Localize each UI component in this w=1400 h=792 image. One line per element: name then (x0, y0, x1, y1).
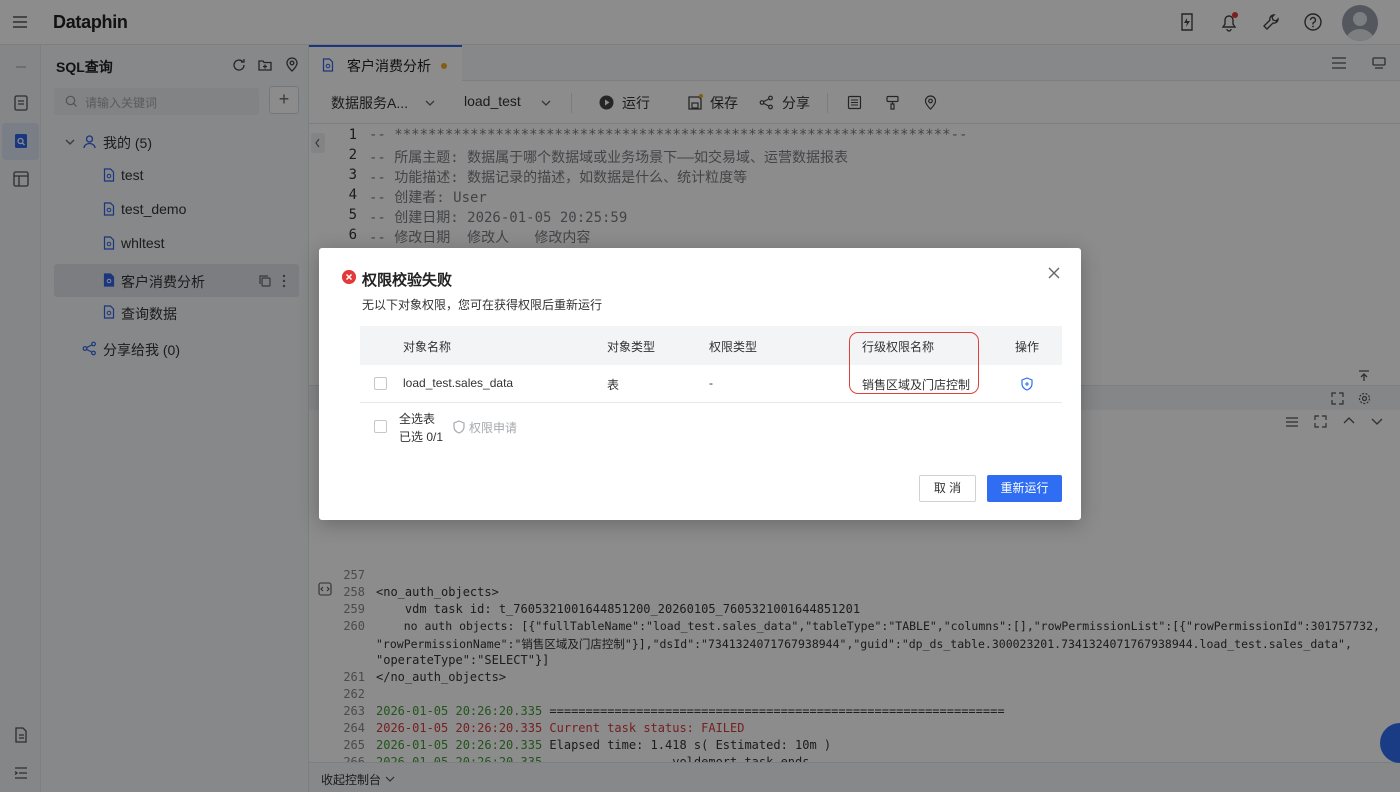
select-all-label: 全选表 (399, 412, 436, 426)
apply-permission-icon[interactable] (1021, 377, 1033, 391)
dialog-description: 无以下对象权限，您可在获得权限后重新运行 (362, 298, 603, 312)
column-header: 权限类型 (709, 340, 758, 354)
row-checkbox[interactable] (374, 377, 387, 390)
error-icon (342, 270, 356, 284)
object-name: load_test.sales_data (403, 376, 514, 390)
row-permission-highlight (849, 332, 979, 394)
object-type: 表 (607, 378, 620, 392)
rerun-button[interactable]: 重新运行 (987, 475, 1062, 502)
column-header: 对象名称 (403, 340, 452, 354)
permission-type: - (709, 376, 713, 390)
selected-count: 已选 0/1 (399, 430, 444, 444)
close-icon[interactable] (1046, 265, 1062, 281)
select-all-checkbox[interactable] (374, 420, 387, 433)
cancel-button[interactable]: 取 消 (919, 475, 976, 502)
permission-check-dialog: 权限校验失败 无以下对象权限，您可在获得权限后重新运行 对象名称 对象类型 权限… (319, 248, 1081, 520)
column-header: 对象类型 (607, 340, 656, 354)
shield-icon (453, 420, 465, 434)
dialog-title: 权限校验失败 (362, 272, 453, 289)
column-header: 操作 (1015, 340, 1040, 354)
apply-permission-button[interactable]: 权限申请 (469, 419, 517, 436)
